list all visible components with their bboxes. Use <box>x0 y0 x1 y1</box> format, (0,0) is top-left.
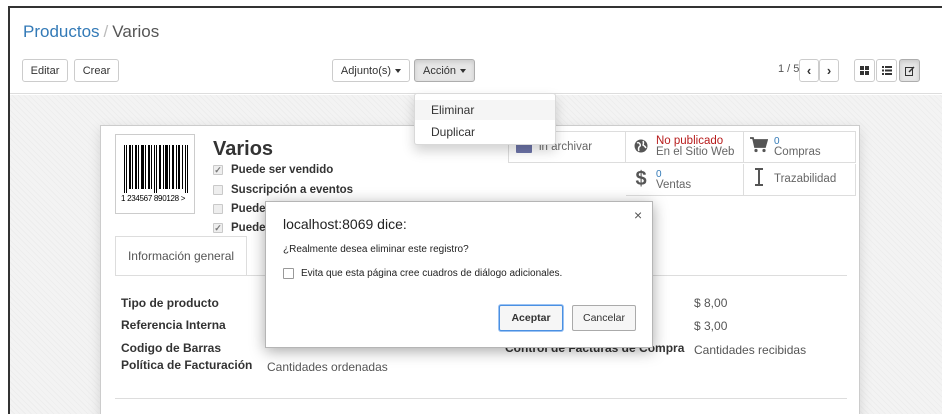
breadcrumb-separator: / <box>103 22 109 41</box>
field-label-invoicing-policy: Política de Facturación <box>121 358 253 372</box>
cart-icon <box>744 136 774 158</box>
suppress-dialogs-label: Evita que esta página cree cuadros de di… <box>301 268 563 279</box>
kanban-view-icon <box>860 66 869 75</box>
purchases-label: Compras <box>774 146 821 158</box>
pager-next-button[interactable]: › <box>819 59 839 82</box>
sales-label: Ventas <box>656 178 692 191</box>
breadcrumb: Productos / Varios <box>23 22 159 42</box>
menu-item-duplicar[interactable]: Duplicar <box>415 122 555 142</box>
caret-down-icon <box>395 68 402 73</box>
traceability-stat-button[interactable]: Trazabilidad <box>744 164 856 196</box>
checkbox-can-be-sold[interactable]: ✓ Puede ser vendido <box>213 164 333 176</box>
chevron-right-icon: › <box>826 63 832 78</box>
product-name: Varios <box>213 138 274 160</box>
accept-button[interactable]: Aceptar <box>499 305 563 331</box>
traceability-icon <box>744 168 774 191</box>
website-location: En el Sitio Web <box>656 146 735 158</box>
list-view-button[interactable] <box>876 59 897 82</box>
barcode-image <box>124 145 188 193</box>
checkbox-empty[interactable] <box>213 204 223 214</box>
breadcrumb-productos-link[interactable]: Productos <box>23 22 100 41</box>
checkbox-label: Puede ser vendido <box>231 164 334 176</box>
attachments-label: Adjunto(s) <box>340 64 392 77</box>
field-label-barcode: Codigo de Barras <box>121 341 222 355</box>
menu-item-eliminar[interactable]: Eliminar <box>415 100 555 120</box>
control-panel: Productos / Varios Editar Crear Adjunto(s)… <box>10 8 942 94</box>
pager-value[interactable]: 1 / 5 <box>778 63 799 75</box>
odoo-window: Productos / Varios Editar Crear Adjunto(s)… <box>8 6 942 414</box>
kanban-view-button[interactable] <box>854 59 875 82</box>
field-value-purchase-invoice-control[interactable]: Cantidades recibidas <box>694 343 806 357</box>
field-label-product-type: Tipo de producto <box>121 296 219 310</box>
attachments-dropdown-button[interactable]: Adjunto(s) <box>332 59 410 82</box>
suppress-dialogs-checkbox[interactable] <box>283 268 294 279</box>
tab-informacion-general[interactable]: Información general <box>115 236 247 276</box>
checkbox-can-4[interactable]: ✓ Puede <box>213 222 266 234</box>
checkbox-label: Puede <box>231 203 266 215</box>
close-icon[interactable]: × <box>634 207 642 223</box>
pager-previous-button[interactable]: ‹ <box>799 59 819 82</box>
action-dropdown-button[interactable]: Acción <box>414 59 475 82</box>
form-view-icon <box>904 66 914 76</box>
cancel-button[interactable]: Cancelar <box>572 305 636 331</box>
caret-down-icon <box>460 68 467 73</box>
dialog-message: ¿Realmente desea eliminar este registro? <box>283 244 469 255</box>
checkbox-can-3[interactable]: Puede <box>213 203 266 215</box>
section-divider <box>115 398 847 399</box>
field-label-internal-reference: Referencia Interna <box>121 318 226 332</box>
suppress-dialogs-checkbox-row[interactable]: Evita que esta página cree cuadros de di… <box>283 268 562 279</box>
dialog-title: localhost:8069 dice: <box>283 216 407 232</box>
checkbox-event-subscription[interactable]: Suscripción a eventos <box>213 184 353 196</box>
product-image[interactable]: 1 234567 890128 > <box>115 134 195 214</box>
field-value-cost[interactable]: $ 3,00 <box>694 319 727 333</box>
checkbox-label: Puede <box>231 222 266 234</box>
checkbox-label: Suscripción a eventos <box>231 184 354 196</box>
field-value-invoicing-policy[interactable]: Cantidades ordenadas <box>267 360 388 374</box>
edit-button[interactable]: Editar <box>22 59 68 82</box>
confirm-dialog: localhost:8069 dice: × ¿Realmente desea … <box>265 201 653 348</box>
checkmark-icon[interactable]: ✓ <box>213 165 223 175</box>
action-dropdown-menu: Eliminar Duplicar <box>414 93 556 145</box>
form-view-button[interactable] <box>899 59 920 82</box>
list-view-icon <box>881 66 892 75</box>
sales-stat-button[interactable]: $ 0 Ventas <box>626 164 744 196</box>
purchases-stat-button[interactable]: 0 Compras <box>744 131 856 163</box>
breadcrumb-current: Varios <box>112 22 160 41</box>
create-button[interactable]: Crear <box>74 59 119 82</box>
field-value-sale-price[interactable]: $ 8,00 <box>694 296 727 310</box>
traceability-label: Trazabilidad <box>774 173 837 185</box>
barcode-digits: 1 234567 890128 > <box>121 194 186 203</box>
dollar-icon: $ <box>635 168 647 190</box>
chevron-left-icon: ‹ <box>806 63 812 78</box>
checkmark-icon[interactable]: ✓ <box>213 223 223 233</box>
website-stat-button[interactable]: No publicado En el Sitio Web <box>626 131 744 163</box>
checkbox-empty[interactable] <box>213 185 223 195</box>
action-label: Acción <box>422 64 457 77</box>
globe-icon <box>626 137 656 158</box>
